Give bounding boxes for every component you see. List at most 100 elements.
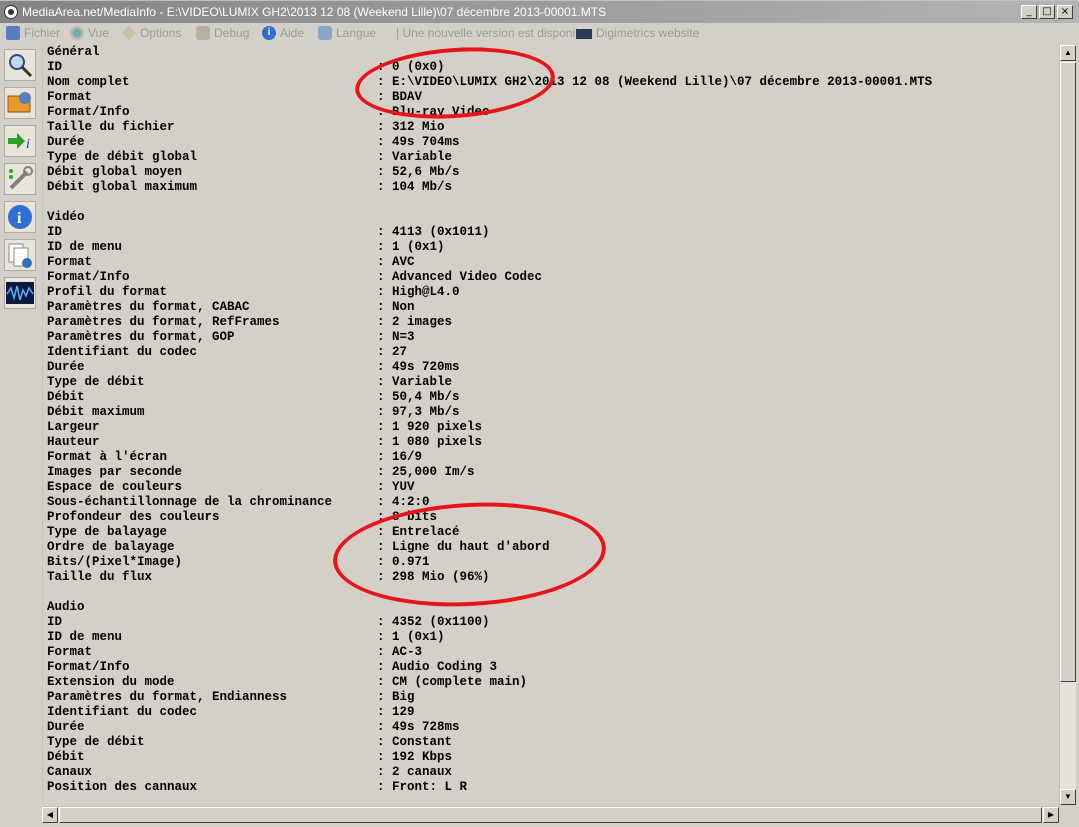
report-field-value: : Variable xyxy=(377,150,453,164)
report-field-label: Format xyxy=(47,90,93,104)
report-field-label: Durée xyxy=(47,135,85,149)
menu-langue[interactable]: Langue xyxy=(318,26,376,40)
menu-debug-label: Debug xyxy=(214,26,250,40)
report-field-value: : 49s 720ms xyxy=(377,360,460,374)
menu-debug[interactable]: Debug xyxy=(196,26,249,40)
report-field-value: : AC-3 xyxy=(377,645,423,659)
report-field-label: Débit maximum xyxy=(47,405,145,419)
scroll-right-button[interactable]: ▶ xyxy=(1043,807,1059,823)
sidebar-graph-view[interactable] xyxy=(4,277,36,309)
report-field-label: Débit global maximum xyxy=(47,180,198,194)
folder-icon xyxy=(7,92,31,113)
report-field-value: : 192 Kbps xyxy=(377,750,453,764)
report-field-label: Largeur xyxy=(47,420,100,434)
sidebar-sheet-view[interactable] xyxy=(4,87,36,119)
report-field-label: Profil du format xyxy=(47,285,168,299)
report-field-value: : CM (complete main) xyxy=(377,675,528,689)
report-field-value: : 97,3 Mb/s xyxy=(377,405,460,419)
mediainfo-app-icon[interactable] xyxy=(4,5,18,19)
menu-fichier[interactable]: Fichier xyxy=(6,26,60,40)
report-field-value: : 4352 (0x1100) xyxy=(377,615,490,629)
report-field-label: Format xyxy=(47,255,93,269)
report-field-value: : 4113 (0x1011) xyxy=(377,225,490,239)
sidebar-tree-view[interactable]: i xyxy=(4,125,36,157)
scroll-left-button[interactable]: ◀ xyxy=(42,807,58,823)
report-field-label: Position des cannaux xyxy=(47,780,198,794)
report-field-value: : 4:2:0 xyxy=(377,495,430,509)
sidebar-xml-view[interactable] xyxy=(4,239,36,271)
report-field-label: Type de balayage xyxy=(47,525,168,539)
language-icon xyxy=(318,26,332,40)
debug-icon xyxy=(196,26,210,40)
report-panel[interactable]: Général ID: 0 (0x0) Nom complet: E:\VIDEO\… xyxy=(42,45,1059,805)
scroll-up-button[interactable]: ▲ xyxy=(1060,45,1076,61)
window-controls: _ □ × xyxy=(1021,5,1073,19)
close-button[interactable]: × xyxy=(1057,5,1073,19)
report-field-label: ID xyxy=(47,225,63,239)
digimetrics-icon xyxy=(576,29,592,39)
report-field-label: Type de débit xyxy=(47,735,145,749)
menu-new-version-label: | Une nouvelle version est disponible xyxy=(396,26,592,40)
report-field-label: Type de débit xyxy=(47,375,145,389)
report-field-label: ID xyxy=(47,60,63,74)
maximize-button[interactable]: □ xyxy=(1039,5,1055,19)
menu-fichier-label: Fichier xyxy=(24,26,61,40)
report-field-value: : 1 920 pixels xyxy=(377,420,483,434)
report-field-value: : 298 Mio (96%) xyxy=(377,570,490,584)
report-field-value: : N=3 xyxy=(377,330,415,344)
menu-digimetrics[interactable]: Digimetrics website xyxy=(576,26,699,40)
menu-new-version[interactable]: | Une nouvelle version est disponible xyxy=(396,26,591,40)
report-field-label: Paramètres du format, RefFrames xyxy=(47,315,280,329)
report-field-label: Canaux xyxy=(47,765,93,779)
report-field-value: : 49s 704ms xyxy=(377,135,460,149)
report-field-value: : Non xyxy=(377,300,415,314)
report-field-label: ID xyxy=(47,615,63,629)
report-field-label: Taille du fichier xyxy=(47,120,175,134)
sidebar-text-view[interactable] xyxy=(4,163,36,195)
report-field-value: : 2 images xyxy=(377,315,453,329)
report-field-label: Paramètres du format, CABAC xyxy=(47,300,250,314)
report-field-value: : E:\VIDEO\LUMIX GH2\2013 12 08 (Weekend… xyxy=(377,75,933,89)
report-field-value: : 1 (0x1) xyxy=(377,240,445,254)
waveform-icon xyxy=(6,282,34,304)
menu-aide[interactable]: i Aide xyxy=(262,26,304,40)
svg-text:i: i xyxy=(17,210,22,227)
scroll-down-button[interactable]: ▼ xyxy=(1060,789,1076,805)
sidebar-html-view[interactable]: i xyxy=(4,201,36,233)
report-field-label: Débit xyxy=(47,750,85,764)
report-field-label: Vidéo xyxy=(47,210,85,224)
report-field-value: : 16/9 xyxy=(377,450,423,464)
report-field-value: : 104 Mb/s xyxy=(377,180,453,194)
documents-icon xyxy=(8,243,32,268)
vertical-scrollbar[interactable]: ▲ ▼ xyxy=(1059,45,1076,805)
menu-digimetrics-label: Digimetrics website xyxy=(596,26,700,40)
options-icon xyxy=(121,25,137,41)
report-field-value: : 8 bits xyxy=(377,510,438,524)
report-field-value: : 0.971 xyxy=(377,555,430,569)
menu-langue-label: Langue xyxy=(336,26,377,40)
minimize-button[interactable]: _ xyxy=(1021,5,1037,19)
report-field-value: : Audio Coding 3 xyxy=(377,660,498,674)
report-field-label: Espace de couleurs xyxy=(47,480,183,494)
menu-options[interactable]: Options xyxy=(121,25,181,41)
report-field-label: Format/Info xyxy=(47,105,130,119)
report-field-value: : 0 (0x0) xyxy=(377,60,445,74)
report-field-label: Images par seconde xyxy=(47,465,183,479)
menu-vue[interactable]: Vue xyxy=(70,26,109,40)
main-area: i i Général ID: 0 (0x0) Nom complet: E:\VI… xyxy=(0,45,1079,827)
title-bar: MediaArea.net/MediaInfo - E:\VIDEO\LUMIX… xyxy=(0,0,1079,23)
sidebar-basic-view[interactable] xyxy=(4,49,36,81)
horizontal-scroll-thumb[interactable] xyxy=(59,807,1042,823)
report-field-value: : Variable xyxy=(377,375,453,389)
report-field-value: : 129 xyxy=(377,705,415,719)
view-icon xyxy=(70,26,84,40)
report-field-value: : 49s 728ms xyxy=(377,720,460,734)
report-field-label: Bits/(Pixel*Image) xyxy=(47,555,183,569)
report-field-label: Débit xyxy=(47,390,85,404)
report-field-value: : Front: L R xyxy=(377,780,468,794)
vertical-scroll-thumb[interactable] xyxy=(1060,62,1076,682)
report-field-label: Type de débit global xyxy=(47,150,198,164)
horizontal-scrollbar[interactable]: ◀ ▶ xyxy=(42,806,1059,823)
menu-aide-label: Aide xyxy=(280,26,305,40)
report-field-label: Extension du mode xyxy=(47,675,175,689)
